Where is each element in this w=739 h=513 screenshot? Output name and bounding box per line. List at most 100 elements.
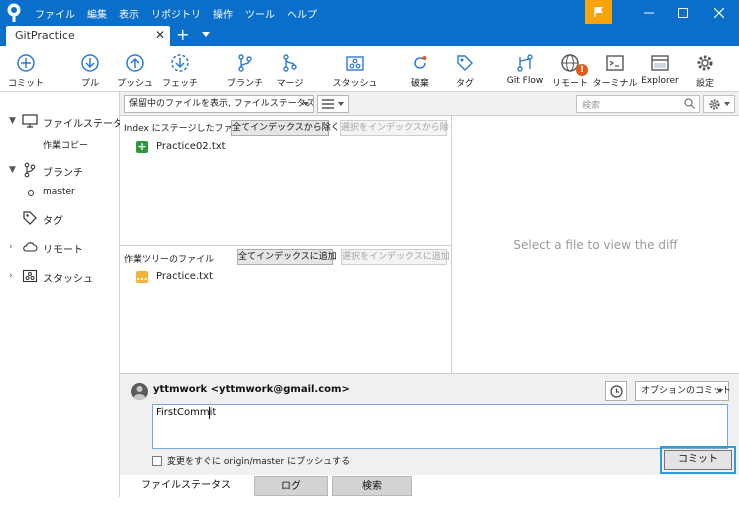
tab-search[interactable]: 検索 bbox=[332, 476, 412, 496]
chevron-down-icon bbox=[303, 102, 309, 106]
plus-circle-icon bbox=[17, 54, 35, 72]
menu-repository[interactable]: リポジトリ bbox=[151, 6, 201, 21]
push-icon bbox=[126, 54, 144, 72]
commit-message-input[interactable]: FirstCommit bbox=[152, 404, 728, 449]
chevron-down-icon[interactable]: ▼ bbox=[9, 116, 16, 126]
fetch-button[interactable]: フェッチ bbox=[157, 51, 203, 89]
chevron-down-icon[interactable]: ▼ bbox=[9, 165, 16, 175]
maximize-icon bbox=[678, 8, 688, 18]
unstage-selected-button[interactable]: 選択をインデックスから除く bbox=[340, 120, 458, 136]
view-mode-button[interactable] bbox=[317, 95, 349, 113]
menu-file[interactable]: ファイル bbox=[35, 6, 75, 21]
repository-tab-label: GitPractice bbox=[15, 29, 75, 42]
menu-tools[interactable]: ツール bbox=[245, 6, 275, 21]
stage-selected-button[interactable]: 選択をインデックスに追加 bbox=[341, 249, 450, 265]
search-input[interactable]: 検索 bbox=[576, 95, 700, 113]
menu-view[interactable]: 表示 bbox=[119, 6, 139, 21]
sidebar-label: スタッシュ bbox=[43, 274, 93, 285]
maximize-button[interactable] bbox=[666, 0, 700, 26]
commit-button[interactable]: コミット bbox=[660, 446, 736, 474]
staged-file-name: Practice02.txt bbox=[156, 141, 226, 152]
sidebar: ▼ ファイルステータス 作業コピー ▼ ブランチ master タグ › リモー… bbox=[0, 92, 133, 513]
stash-icon bbox=[346, 56, 364, 71]
terminal-icon bbox=[606, 55, 624, 71]
staged-files-pane: Index にステージしたファイル 全てインデックスから除く 選択をインデックス… bbox=[120, 116, 458, 245]
chevron-right-icon[interactable]: › bbox=[9, 271, 13, 281]
flag-icon bbox=[593, 7, 603, 17]
branch-icon bbox=[24, 162, 36, 178]
status-strip bbox=[0, 497, 739, 513]
avatar-icon bbox=[133, 386, 146, 400]
menu-actions[interactable]: 操作 bbox=[213, 6, 233, 21]
unstage-all-button[interactable]: 全てインデックスから除く bbox=[231, 120, 340, 136]
push-immediately-checkbox[interactable] bbox=[152, 456, 162, 466]
search-placeholder: 検索 bbox=[582, 101, 601, 111]
filter-settings-button[interactable] bbox=[703, 95, 735, 113]
sidebar-item-branches[interactable]: ▼ ブランチ bbox=[0, 161, 120, 179]
tag-icon bbox=[457, 55, 473, 71]
commit-toolbar-label: コミット bbox=[7, 79, 44, 89]
bottom-tab-bar: ファイルステータス ログ 検索 bbox=[120, 475, 739, 497]
explorer-icon bbox=[651, 55, 669, 71]
branch-icon bbox=[238, 54, 252, 72]
settings-button[interactable]: 設定 bbox=[682, 51, 728, 89]
unstaged-files-pane: 作業ツリーのファイル 全てインデックスに追加 選択をインデックスに追加 … Pr… bbox=[120, 245, 451, 373]
tab-close-icon[interactable]: ✕ bbox=[155, 28, 165, 42]
title-bar: ファイル 編集 表示 リポジトリ 操作 ツール ヘルプ bbox=[0, 0, 739, 26]
gitflow-icon bbox=[517, 54, 533, 72]
sidebar-item-stashes[interactable]: › スタッシュ bbox=[0, 267, 120, 285]
tag-button[interactable]: タグ bbox=[442, 51, 488, 89]
tab-log[interactable]: ログ bbox=[254, 476, 328, 496]
list-icon bbox=[322, 99, 334, 109]
remote-alert-badge: ! bbox=[576, 64, 588, 76]
close-window-button[interactable] bbox=[702, 0, 736, 26]
sidebar-label: リモート bbox=[43, 245, 83, 256]
sidebar-item-remotes[interactable]: › リモート bbox=[0, 238, 120, 256]
commit-history-button[interactable] bbox=[605, 381, 627, 401]
unstaged-file-row[interactable]: … Practice.txt bbox=[136, 270, 436, 286]
file-filter-bar: 保留中のファイルを表示, ファイルステータス順 検索 bbox=[120, 92, 739, 116]
stash-label: スタッシュ bbox=[332, 79, 378, 89]
sourcetree-window: ファイル 編集 表示 リポジトリ 操作 ツール ヘルプ GitPractice … bbox=[0, 0, 739, 513]
discard-icon bbox=[414, 56, 427, 69]
sourcetree-logo-icon bbox=[7, 3, 21, 22]
toolbar: コミット プル プッシュ フェッチ ブランチ マージ スタッシュ 破棄 タグ G… bbox=[0, 46, 739, 92]
staged-header: Index にステージしたファイル 全てインデックスから除く 選択をインデックス… bbox=[120, 116, 458, 138]
fetch-label: フェッチ bbox=[161, 79, 198, 89]
commit-toolbar-button[interactable]: コミット bbox=[3, 51, 49, 89]
repository-tab-bar: GitPractice ✕ + bbox=[0, 26, 739, 46]
repository-tab[interactable]: GitPractice ✕ bbox=[6, 26, 170, 46]
unstaged-file-name: Practice.txt bbox=[156, 271, 213, 282]
settings-label: 設定 bbox=[695, 79, 714, 89]
tab-list-dropdown-icon[interactable] bbox=[202, 32, 210, 37]
sidebar-item-working-copy[interactable]: 作業コピー bbox=[43, 138, 88, 151]
stage-all-button[interactable]: 全てインデックスに追加 bbox=[237, 249, 337, 265]
commit-options-dropdown[interactable]: オプションのコミット bbox=[635, 381, 731, 401]
gear-icon bbox=[709, 99, 720, 110]
sidebar-item-tags[interactable]: タグ bbox=[0, 209, 120, 227]
cloud-icon bbox=[23, 242, 38, 252]
merge-label: マージ bbox=[276, 79, 304, 89]
merge-button[interactable]: マージ bbox=[267, 51, 313, 89]
tab-file-status[interactable]: ファイルステータス bbox=[128, 476, 244, 496]
text-cursor bbox=[209, 407, 210, 419]
new-tab-icon[interactable]: + bbox=[176, 26, 189, 44]
menu-edit[interactable]: 編集 bbox=[87, 6, 107, 21]
pull-icon bbox=[81, 54, 99, 72]
commit-message-text: FirstCommit bbox=[156, 407, 217, 418]
minimize-button[interactable] bbox=[632, 0, 666, 26]
clock-icon bbox=[610, 385, 623, 398]
sidebar-item-file-status[interactable]: ▼ ファイルステータス bbox=[0, 112, 133, 130]
sidebar-item-master[interactable]: master bbox=[0, 184, 120, 202]
commit-panel: yttmwork <yttmwork@gmail.com> オプションのコミット… bbox=[120, 373, 739, 475]
menu-help[interactable]: ヘルプ bbox=[287, 6, 317, 21]
staged-file-row[interactable]: + Practice02.txt bbox=[136, 140, 436, 156]
file-filter-select[interactable]: 保留中のファイルを表示, ファイルステータス順 bbox=[124, 95, 314, 113]
stash-button[interactable]: スタッシュ bbox=[332, 51, 378, 89]
chevron-right-icon[interactable]: › bbox=[9, 242, 13, 252]
diff-pane: Select a file to view the diff bbox=[451, 116, 739, 373]
commit-author: yttmwork <yttmwork@gmail.com> bbox=[153, 384, 350, 395]
flag-button[interactable] bbox=[585, 0, 612, 24]
minimize-icon bbox=[644, 12, 654, 14]
added-file-icon: + bbox=[136, 140, 148, 153]
